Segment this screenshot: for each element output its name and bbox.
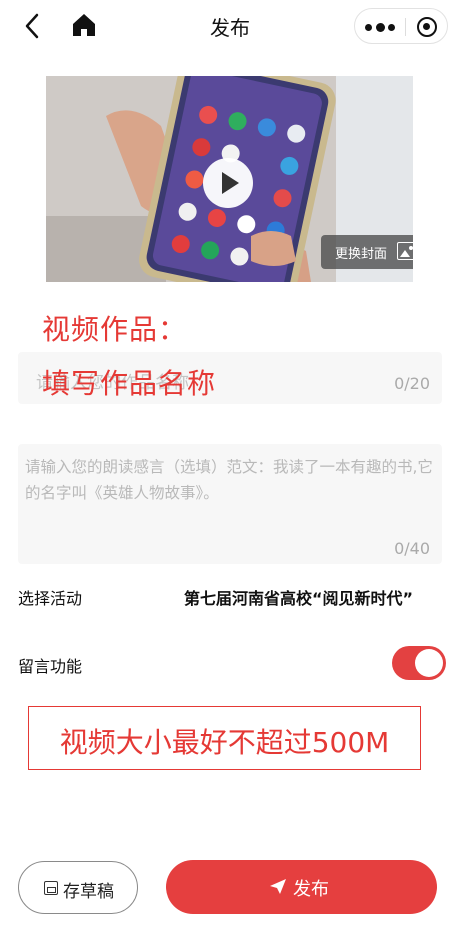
send-icon bbox=[270, 879, 286, 894]
desc-placeholder: 请输入您的朗读感言（选填）范文：我读了一本有趣的书,它的名字叫《英雄人物故事》。 bbox=[25, 458, 433, 502]
mini-program-capsule bbox=[354, 8, 448, 44]
annotation-line-1: 视频作品： bbox=[42, 313, 188, 346]
comment-toggle[interactable] bbox=[392, 646, 446, 680]
reading-notes-textarea[interactable]: 请输入您的朗读感言（选填）范文：我读了一本有趣的书,它的名字叫《英雄人物故事》。… bbox=[18, 444, 442, 564]
publish-button[interactable]: 发布 bbox=[166, 860, 437, 914]
activity-label: 选择活动 bbox=[18, 589, 83, 608]
change-cover-button[interactable]: 更换封面 bbox=[321, 235, 413, 269]
more-icon[interactable] bbox=[365, 17, 395, 37]
comment-label: 留言功能 bbox=[18, 657, 83, 676]
play-icon[interactable] bbox=[203, 158, 253, 208]
video-cover[interactable]: 更换封面 bbox=[46, 76, 413, 282]
capsule-divider bbox=[405, 18, 406, 36]
desc-char-count: 0/40 bbox=[394, 539, 430, 558]
annotation-line-2: 填写作品名称 bbox=[42, 367, 217, 400]
size-annotation-box: 视频大小最好不超过500M bbox=[28, 706, 421, 770]
change-cover-label: 更换封面 bbox=[335, 247, 388, 262]
draft-icon bbox=[44, 881, 58, 895]
target-icon[interactable] bbox=[417, 17, 437, 37]
size-annotation-text: 视频大小最好不超过500M bbox=[59, 726, 390, 759]
title-char-count: 0/20 bbox=[394, 374, 430, 393]
save-draft-button[interactable]: 存草稿 bbox=[18, 861, 138, 914]
image-icon bbox=[397, 242, 413, 260]
save-draft-label: 存草稿 bbox=[63, 882, 114, 902]
activity-select[interactable]: 第七届河南省高校“阅见新时代” bbox=[184, 585, 434, 609]
nav-bar: 发布 bbox=[0, 0, 460, 52]
publish-label: 发布 bbox=[293, 879, 329, 900]
